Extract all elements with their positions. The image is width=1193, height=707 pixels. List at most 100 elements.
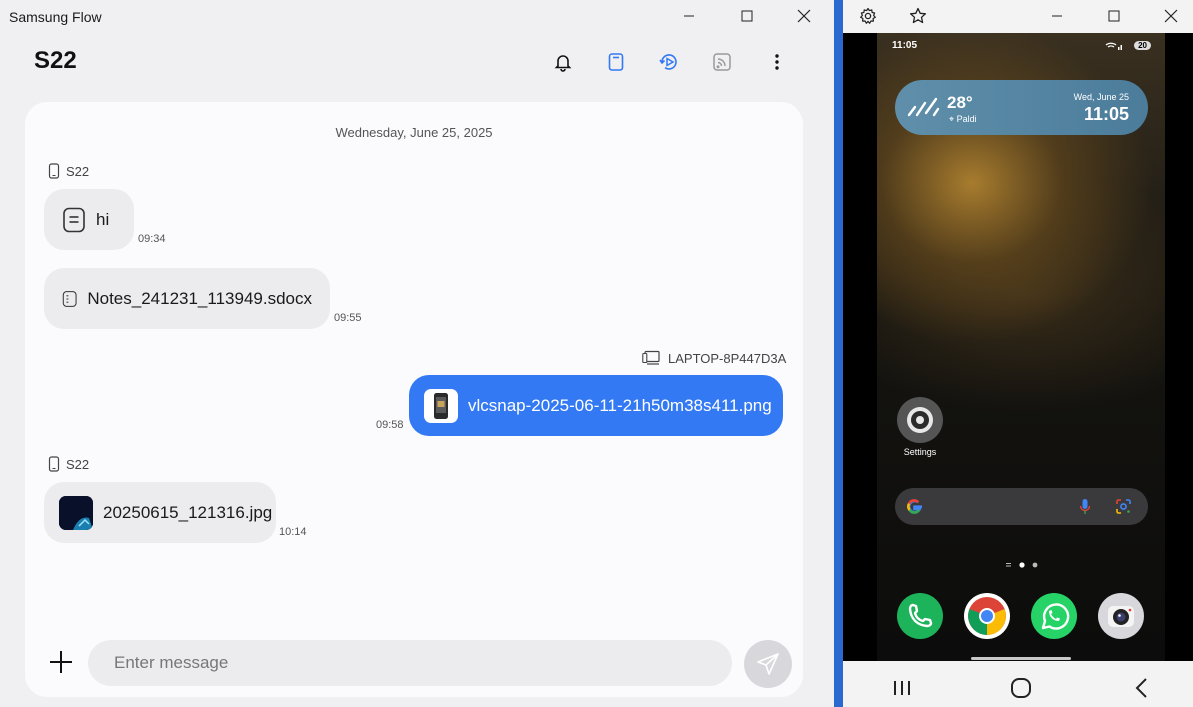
- note-icon: [63, 207, 85, 232]
- sender-label: LAPTOP-8P447D3A: [642, 350, 786, 366]
- phone-app-icon[interactable]: [897, 593, 943, 639]
- document-icon: [62, 290, 77, 307]
- pin-favorite-button[interactable]: [895, 0, 941, 32]
- laptop-icon: [642, 350, 660, 365]
- photo-icon: [59, 495, 93, 530]
- device-title: S22: [34, 47, 77, 74]
- phone-bezel-left: [843, 33, 877, 661]
- more-icon: [775, 54, 779, 70]
- minimize-icon: [684, 15, 694, 17]
- notifications-button[interactable]: [550, 49, 576, 75]
- phone-screenshot-icon: [434, 392, 448, 419]
- back-chevron-icon: [1135, 678, 1147, 698]
- message-time: 09:34: [138, 233, 166, 245]
- camera-app-icon[interactable]: [1098, 593, 1144, 639]
- google-icon: [907, 499, 922, 514]
- chat-panel: Wednesday, June 25, 2025 S22 hi 09:34 No…: [25, 102, 803, 697]
- sender-name: LAPTOP-8P447D3A: [668, 350, 787, 366]
- wifi-signal-icon: [1105, 42, 1122, 50]
- message-text: hi: [96, 209, 110, 229]
- minimize-button[interactable]: [666, 0, 712, 32]
- camera-icon: [1108, 606, 1134, 627]
- cast-button[interactable]: [709, 49, 735, 75]
- weather-date: Wed, June 25: [1073, 92, 1129, 102]
- status-bar-time: 11:05: [892, 40, 918, 51]
- mirror-settings-button[interactable]: [845, 0, 891, 32]
- message-bubble-outgoing[interactable]: vlcsnap-2025-06-11-21h50m38s411.png: [409, 375, 783, 436]
- weather-rain-icon: [907, 97, 940, 117]
- page-indicator: [1006, 562, 1038, 568]
- smart-view-icon: [659, 54, 677, 70]
- chrome-app-icon[interactable]: [964, 593, 1010, 639]
- phone-screen[interactable]: 11:05 20 28° ⌖ Paldi Wed, June 25 11:05 …: [877, 33, 1165, 661]
- weather-widget[interactable]: 28° ⌖ Paldi Wed, June 25 11:05: [895, 80, 1148, 135]
- google-lens-icon: [1116, 499, 1131, 514]
- message-text: Notes_241231_113949.sdocx: [87, 288, 312, 308]
- send-icon: [757, 653, 779, 675]
- weather-location-name: Paldi: [956, 114, 977, 124]
- gesture-hint: [971, 657, 1071, 660]
- sender-name: S22: [66, 456, 90, 472]
- phone-icon: [48, 163, 60, 179]
- chrome-icon: [968, 597, 1006, 635]
- phone-icon: [48, 456, 60, 472]
- whatsapp-icon: [1041, 603, 1070, 630]
- maximize-icon: [741, 10, 753, 22]
- star-icon: [909, 7, 927, 24]
- gear-icon: [907, 407, 933, 433]
- weather-location: ⌖ Paldi: [949, 114, 977, 124]
- minimize-icon: [1052, 15, 1062, 17]
- message-input[interactable]: [88, 640, 732, 686]
- android-nav-bar: [843, 661, 1193, 707]
- message-time: 09:55: [334, 312, 362, 324]
- sender-name: S22: [66, 163, 90, 179]
- message-bubble[interactable]: Notes_241231_113949.sdocx: [44, 268, 330, 329]
- plus-icon: [50, 651, 72, 673]
- send-button[interactable]: [744, 640, 792, 688]
- clipboard-button[interactable]: [603, 49, 629, 75]
- attach-button[interactable]: [48, 649, 74, 675]
- message-time: 10:14: [279, 526, 307, 538]
- date-separator: Wednesday, June 25, 2025: [335, 125, 493, 140]
- home-button[interactable]: [1006, 675, 1036, 701]
- smart-view-button[interactable]: [656, 49, 682, 75]
- message-bubble[interactable]: hi: [44, 189, 134, 250]
- message-text: vlcsnap-2025-06-11-21h50m38s411.png: [468, 395, 772, 415]
- image-thumbnail: [424, 388, 458, 423]
- mirror-title-bar: [843, 0, 1193, 33]
- battery-badge: 20: [1134, 41, 1151, 50]
- phone-mirror-window: 11:05 20 28° ⌖ Paldi Wed, June 25 11:05 …: [843, 0, 1193, 707]
- message-bubble[interactable]: 20250615_121316.jpg: [44, 482, 276, 543]
- settings-app-icon[interactable]: [897, 397, 943, 443]
- microphone-icon: [1079, 499, 1091, 514]
- samsung-flow-window: Samsung Flow S22 Wednesday, June 25, 202…: [0, 0, 834, 707]
- clipboard-icon: [608, 53, 624, 71]
- cast-icon: [713, 53, 731, 71]
- google-search-bar[interactable]: [895, 488, 1148, 525]
- window-title: Samsung Flow: [9, 9, 102, 25]
- recents-button[interactable]: [887, 675, 917, 701]
- message-time: 09:58: [376, 419, 404, 431]
- maximize-icon: [1108, 10, 1120, 22]
- close-button[interactable]: [781, 0, 827, 32]
- back-button[interactable]: [1127, 675, 1157, 701]
- home-icon: [1011, 678, 1031, 698]
- phone-bezel-right: [1165, 33, 1193, 661]
- mirror-maximize-button[interactable]: [1091, 0, 1137, 32]
- message-text: 20250615_121316.jpg: [103, 502, 273, 522]
- mirror-minimize-button[interactable]: [1034, 0, 1080, 32]
- maximize-button[interactable]: [724, 0, 770, 32]
- settings-app-label: Settings: [903, 447, 937, 457]
- more-options-button[interactable]: [764, 49, 790, 75]
- mirror-close-button[interactable]: [1148, 0, 1193, 32]
- title-bar: Samsung Flow: [0, 0, 834, 34]
- sender-label: S22: [48, 456, 89, 472]
- image-thumbnail: [59, 495, 93, 530]
- close-icon: [1164, 9, 1178, 23]
- gear-icon: [860, 7, 876, 24]
- close-icon: [797, 9, 811, 23]
- whatsapp-app-icon[interactable]: [1031, 593, 1077, 639]
- phone-call-icon: [908, 603, 933, 628]
- recent-apps-icon: [894, 681, 910, 695]
- weather-clock: 11:05: [1083, 104, 1129, 124]
